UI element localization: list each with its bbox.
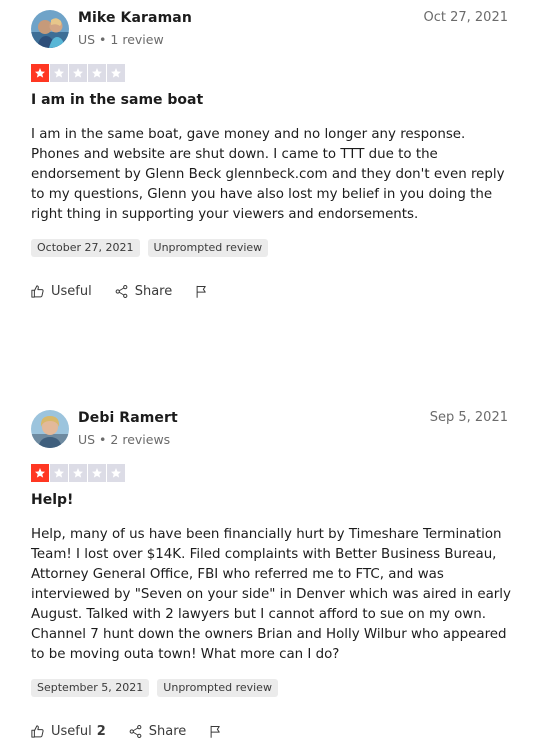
review-body: Help, many of us have been financially h… xyxy=(31,527,511,662)
review-tags: October 27, 2021 Unprompted review xyxy=(31,239,269,257)
review-title[interactable]: I am in the same boat xyxy=(31,92,203,108)
star-icon xyxy=(88,64,106,82)
share-button[interactable]: Share xyxy=(114,284,173,299)
star-rating xyxy=(31,464,125,482)
useful-label: Useful xyxy=(51,724,92,739)
review-body: I am in the same boat, gave money and no… xyxy=(31,127,505,222)
star-icon xyxy=(107,64,125,82)
review-actions: Useful Share xyxy=(30,284,231,299)
star-icon xyxy=(31,64,49,82)
useful-count: 2 xyxy=(96,724,106,739)
reviewer-meta: US • 1 review xyxy=(78,32,164,47)
flag-icon xyxy=(194,284,209,299)
star-icon xyxy=(31,464,49,482)
report-button[interactable] xyxy=(208,724,223,739)
useful-button[interactable]: Useful 2 xyxy=(30,724,106,739)
share-label: Share xyxy=(134,284,173,299)
share-label: Share xyxy=(148,724,187,739)
experience-date-tag: September 5, 2021 xyxy=(31,679,150,697)
star-rating xyxy=(31,64,125,82)
experience-date-tag: October 27, 2021 xyxy=(31,239,140,257)
useful-label: Useful xyxy=(51,284,92,299)
star-icon xyxy=(50,64,68,82)
reviewer-meta: US • 2 reviews xyxy=(78,432,171,447)
review-date: Sep 5, 2021 xyxy=(429,410,508,425)
star-icon xyxy=(69,464,87,482)
thumbs-up-icon xyxy=(30,724,45,739)
avatar[interactable] xyxy=(31,10,69,48)
reviewer-name[interactable]: Mike Karaman xyxy=(78,10,192,26)
share-button[interactable]: Share xyxy=(128,724,187,739)
useful-button[interactable]: Useful xyxy=(30,284,92,299)
review-date: Oct 27, 2021 xyxy=(423,10,509,25)
reviewer-name[interactable]: Debi Ramert xyxy=(78,410,178,426)
star-icon xyxy=(69,64,87,82)
thumbs-up-icon xyxy=(30,284,45,299)
star-icon xyxy=(88,464,106,482)
unprompted-review-tag[interactable]: Unprompted review xyxy=(157,679,278,697)
flag-icon xyxy=(208,724,223,739)
star-icon xyxy=(50,464,68,482)
report-button[interactable] xyxy=(194,284,209,299)
star-icon xyxy=(107,464,125,482)
unprompted-review-tag[interactable]: Unprompted review xyxy=(147,239,269,257)
share-icon xyxy=(128,724,143,739)
review-title[interactable]: Help! xyxy=(31,492,73,508)
share-icon xyxy=(114,284,129,299)
review-actions: Useful 2 Share xyxy=(30,724,245,739)
review-tags: September 5, 2021 Unprompted review xyxy=(31,679,278,697)
avatar[interactable] xyxy=(31,410,69,448)
